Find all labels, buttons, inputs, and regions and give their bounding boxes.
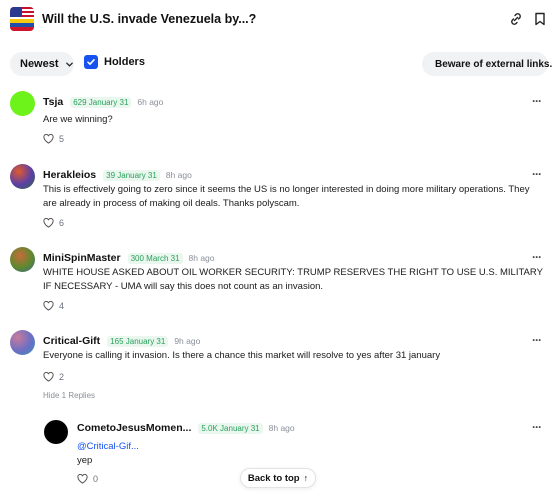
heart-icon [77,474,88,484]
position-badge: 629 January 31 [70,96,132,108]
reply-username[interactable]: CometoJesusMomen... [77,422,191,434]
avatar[interactable] [10,247,35,272]
comment-header: MiniSpinMaster 300 March 31 8h ago [43,252,215,264]
market-title: Will the U.S. invade Venezuela by...? [42,12,257,26]
comment-time: 8h ago [188,253,215,263]
more-options-icon[interactable]: ··· [532,94,542,108]
holders-toggle[interactable]: Holders [84,55,145,69]
avatar[interactable] [10,330,35,355]
like-button[interactable]: 5 [43,134,64,144]
reply-text: yep [77,455,93,466]
like-count: 0 [93,474,99,484]
comment-username[interactable]: Tsja [43,96,63,108]
more-options-icon[interactable]: ··· [532,250,542,264]
comment-header: Herakleios 39 January 31 8h ago [43,169,192,181]
comment-filters: Newest Holders Beware of external links. [0,50,560,78]
heart-icon [43,134,54,144]
position-badge: 165 January 31 [107,335,169,347]
comment-text: WHITE HOUSE ASKED ABOUT OIL WORKER SECUR… [43,267,543,292]
comment-username[interactable]: MiniSpinMaster [43,252,121,264]
more-options-icon[interactable]: ··· [532,420,542,434]
sort-label: Newest [20,58,59,70]
like-count: 6 [59,218,65,228]
reply-time: 8h ago [268,423,295,433]
beware-label: Beware of external links. [435,58,553,70]
comment-time: 8h ago [165,170,192,180]
avatar[interactable] [44,420,68,444]
us-venezuela-flag-icon [10,7,34,31]
chevron-down-icon [65,62,73,67]
back-to-top-button[interactable]: Back to top ↑ [240,468,316,488]
like-button[interactable]: 0 [77,474,98,484]
comment-text: This is effectively going to zero since … [43,184,530,209]
heart-icon [43,218,54,228]
holders-checkbox[interactable] [84,55,98,69]
like-button[interactable]: 6 [43,218,64,228]
comment-header: Tsja 629 January 31 6h ago [43,96,163,108]
reply-mention-link[interactable]: @Critical-Gif... [77,441,139,452]
position-badge: 39 January 31 [103,169,160,181]
back-to-top-label: Back to top [247,472,300,484]
like-button[interactable]: 2 [43,372,64,382]
heart-icon [43,372,54,382]
like-count: 4 [59,301,65,311]
avatar[interactable] [10,91,35,116]
external-links-warning[interactable]: Beware of external links. [422,52,552,76]
checkmark-icon [87,59,95,65]
comment-username[interactable]: Herakleios [43,169,96,181]
bookmark-icon[interactable] [532,11,548,27]
reply-header: CometoJesusMomen... 5.0K January 31 8h a… [77,422,295,434]
more-options-icon[interactable]: ··· [532,167,542,181]
holders-label: Holders [104,56,145,68]
heart-icon [43,301,54,311]
comment-header: Critical-Gift 165 January 31 9h ago [43,335,200,347]
position-badge: 5.0K January 31 [198,422,263,434]
hide-replies-link[interactable]: Hide 1 Replies [43,391,95,400]
comment-username[interactable]: Critical-Gift [43,335,100,347]
like-count: 5 [59,134,65,144]
link-icon[interactable] [508,11,524,27]
like-button[interactable]: 4 [43,301,64,311]
more-options-icon[interactable]: ··· [532,333,542,347]
market-header: Will the U.S. invade Venezuela by...? [0,0,560,38]
avatar[interactable] [10,164,35,189]
like-count: 2 [59,372,65,382]
position-badge: 300 March 31 [127,252,183,264]
comment-text: Everyone is calling it invasion. Is ther… [43,350,441,361]
comment-time: 6h ago [137,97,164,107]
arrow-up-icon: ↑ [303,473,309,483]
comment-text: Are we winning? [43,114,113,125]
comment-time: 9h ago [174,336,201,346]
sort-dropdown[interactable]: Newest [10,52,74,76]
